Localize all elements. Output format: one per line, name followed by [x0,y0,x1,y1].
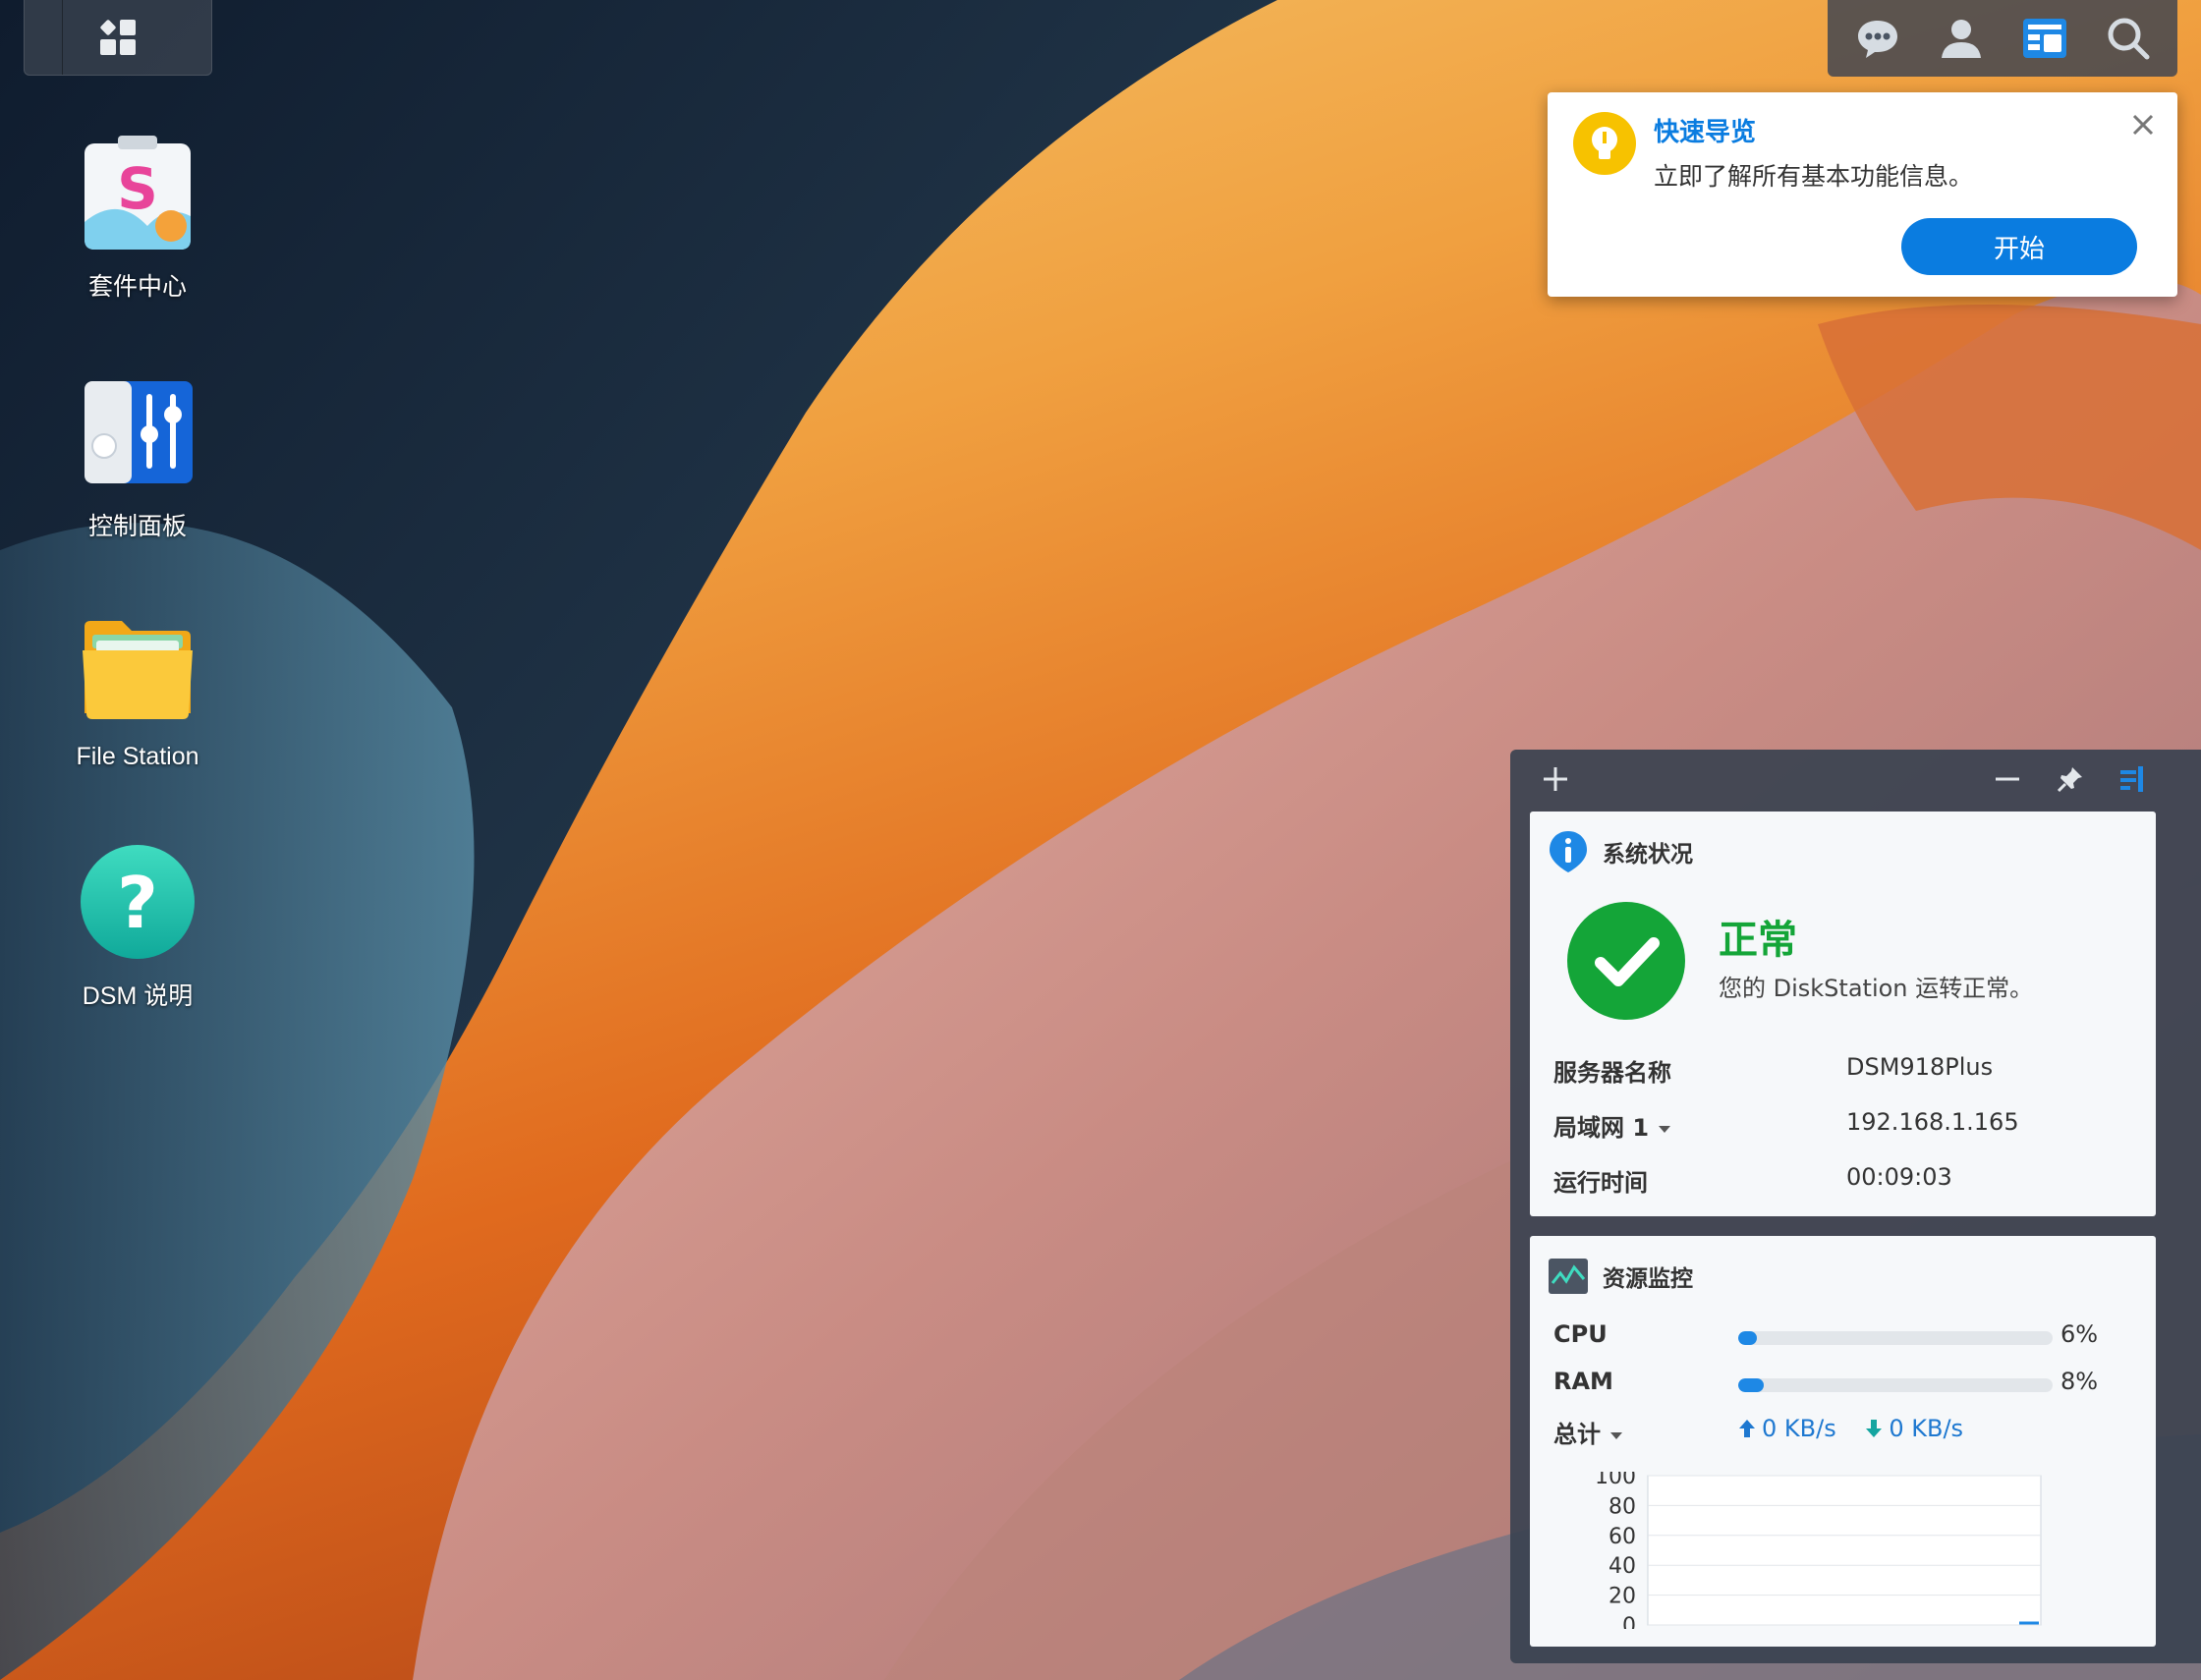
desktop-icon-label: 控制面板 [87,513,187,540]
cpu-percent: 6% [2060,1320,2099,1348]
row-value: 192.168.1.165 [1846,1108,2019,1136]
search-icon [2108,18,2149,60]
lightbulb-icon [1573,112,1636,175]
y-tick-label: 20 [1608,1585,1636,1609]
desktop-icon-package-center[interactable]: S 套件中心 [39,136,236,303]
desktop-icon-label: File Station [76,743,199,770]
lan-row: 局域网 1 192.168.1.165 [1553,1108,2143,1148]
notifications-button[interactable] [1848,9,1907,68]
user-icon [1941,20,1981,58]
desktop-icon-label: 套件中心 [87,273,187,301]
pin-widgets-button[interactable] [2053,761,2088,797]
upload-speed: 0 KB/s [1738,1415,1836,1442]
desktop-icon-dsm-help[interactable]: ? DSM 说明 [39,845,236,1012]
svg-text:?: ? [117,862,158,944]
notification-title: 快速导览 [1654,118,1757,147]
network-speed: 0 KB/s 0 KB/s [1738,1415,1985,1442]
layout-icon [2120,766,2143,792]
y-tick-label: 40 [1608,1554,1636,1579]
network-row: 总计 0 KB/s 0 KB/s [1553,1415,2143,1454]
y-tick-label: 100 [1595,1472,1636,1489]
card-title: 资源监控 [1603,1266,1693,1292]
network-selector[interactable]: 总计 [1553,1415,1622,1449]
download-speed: 0 KB/s [1865,1415,1963,1442]
chevron-down-icon [1610,1431,1622,1439]
chevron-down-icon [1659,1125,1671,1133]
desktop-icon-label: DSM 说明 [82,982,194,1010]
card-header: 资源监控 [1548,1254,1693,1299]
uptime-row: 运行时间 00:09:03 [1553,1163,2143,1203]
cpu-usage-fill [1738,1331,1758,1345]
system-status-card: 系统状况 正常 您的 DiskStation 运转正常。 服务器名称 DSM91… [1530,812,2156,1216]
add-widget-button[interactable] [1538,761,1573,797]
status-message: 您的 DiskStation 运转正常。 [1719,975,2034,1002]
row-value: DSM918Plus [1846,1053,1994,1081]
card-title: 系统状况 [1603,842,1693,868]
main-menu-icon [100,20,136,55]
desktop-icon-file-station[interactable]: File Station [39,611,236,771]
info-icon [1550,831,1587,872]
file-station-icon [79,611,197,729]
widgets-button[interactable] [2015,9,2074,68]
package-center-icon: S [79,136,197,253]
minus-icon [1996,777,2019,781]
network-graph: 100 80 60 40 20 0 [1595,1472,2042,1629]
widget-toolbar [1510,750,2201,809]
row-key: 服务器名称 [1553,1059,1671,1087]
minimize-widgets-button[interactable] [1990,761,2025,797]
user-button[interactable] [1932,9,1991,68]
cpu-row: CPU 6% [1553,1320,2143,1360]
status-label: 正常 [1719,918,1797,963]
search-button[interactable] [2099,9,2158,68]
ram-label: RAM [1553,1368,1613,1395]
help-icon: ? [79,845,197,963]
plus-icon [1544,767,1567,791]
y-tick-label: 0 [1622,1614,1636,1629]
download-arrow-icon [1866,1420,1883,1437]
y-tick-label: 80 [1608,1494,1636,1519]
resource-monitor-icon [1549,1259,1588,1294]
top-toolbar [1828,0,2177,77]
ram-row: RAM 8% [1553,1368,2143,1407]
quick-guide-notification: 快速导览 立即了解所有基本功能信息。 开始 [1548,92,2177,297]
ram-usage-bar [1738,1378,2053,1392]
row-value: 00:09:03 [1846,1163,1952,1191]
row-key: 运行时间 [1553,1169,1648,1197]
network-label: 总计 [1553,1421,1601,1448]
upload-arrow-icon [1739,1420,1755,1437]
control-panel-icon [79,375,197,493]
ram-percent: 8% [2060,1368,2099,1395]
resource-monitor-card: 资源监控 CPU 6% RAM 8% 总计 0 KB/s 0 KB/s 100 8… [1530,1236,2156,1647]
svg-text:S: S [117,155,158,222]
chat-icon [1857,21,1897,58]
widgets-icon [2022,19,2066,58]
server-name-row: 服务器名称 DSM918Plus [1553,1053,2143,1092]
graph-area [1647,1475,2042,1626]
y-tick-label: 60 [1608,1525,1636,1549]
cpu-label: CPU [1553,1320,1608,1348]
desktop-icon-control-panel[interactable]: 控制面板 [39,375,236,542]
lan-selector[interactable]: 局域网 1 [1553,1108,1671,1143]
cpu-usage-bar [1738,1331,2053,1345]
close-icon[interactable] [2128,110,2158,140]
widget-layout-button[interactable] [2114,761,2149,797]
pin-icon [2057,767,2082,793]
check-icon [1567,902,1685,1020]
main-menu-button[interactable] [24,0,212,76]
notification-message: 立即了解所有基本功能信息。 [1654,162,1974,191]
card-header: 系统状况 [1548,829,1693,874]
ram-usage-fill [1738,1378,1764,1392]
start-tour-button[interactable]: 开始 [1901,218,2137,275]
row-key: 局域网 1 [1553,1114,1650,1142]
widget-panel: 系统状况 正常 您的 DiskStation 运转正常。 服务器名称 DSM91… [1510,750,2201,1663]
